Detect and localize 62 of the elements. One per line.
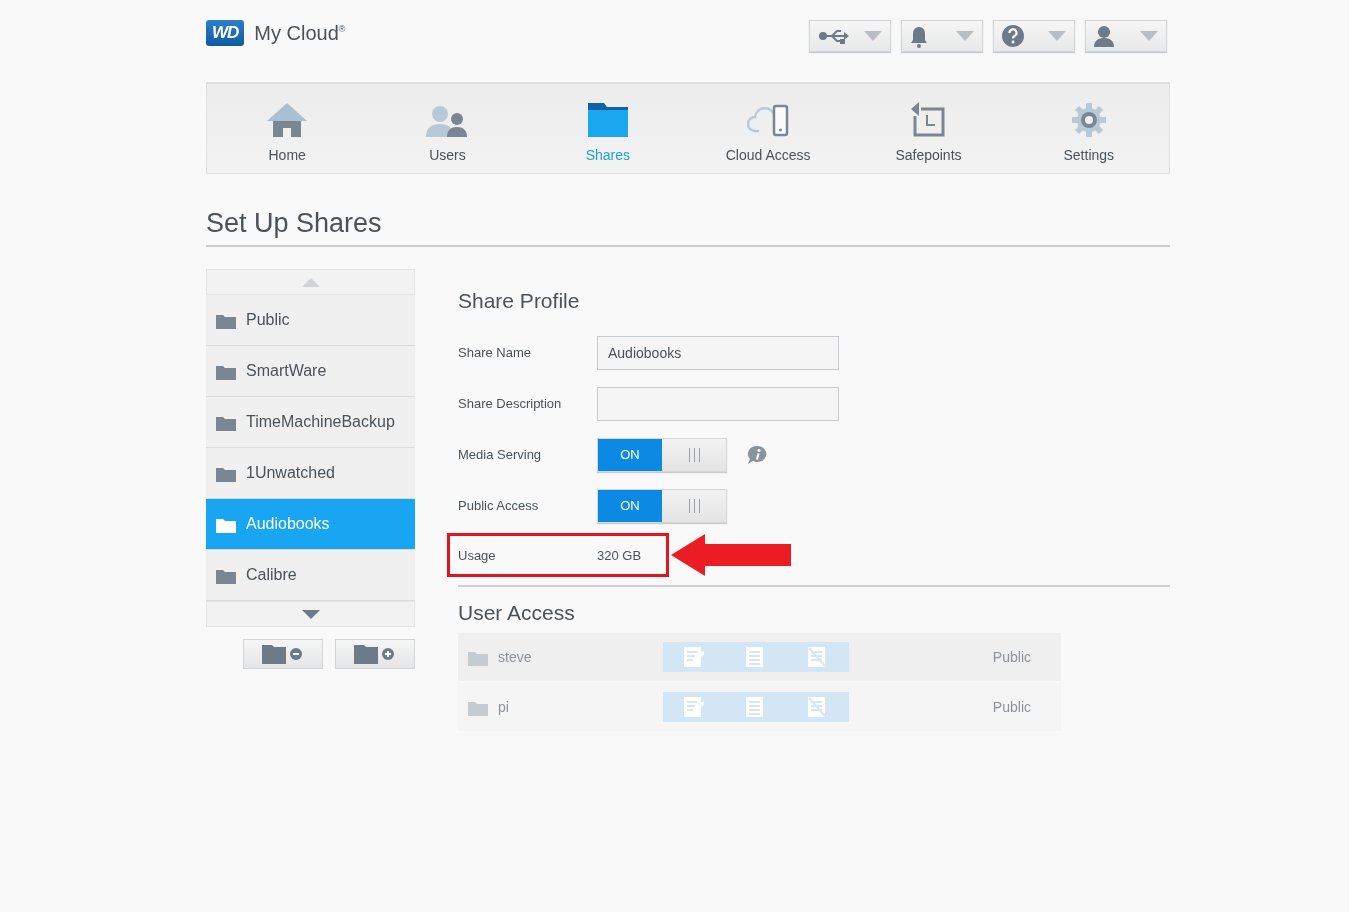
help-icon bbox=[1002, 25, 1024, 47]
nav-tab[interactable]: Safepoints bbox=[848, 84, 1009, 173]
share-item[interactable]: Public bbox=[206, 295, 415, 346]
user-icon bbox=[1094, 25, 1114, 47]
crossed-document-icon bbox=[808, 696, 828, 718]
field-label: Share Description bbox=[458, 396, 563, 411]
folder-icon bbox=[587, 103, 628, 137]
product-name: My Cloud$^{®}$ bbox=[254, 21, 346, 45]
caret-icon bbox=[1048, 31, 1066, 41]
folder-plus-icon bbox=[354, 644, 396, 664]
folder-minus-icon bbox=[262, 644, 304, 664]
toolbar-button[interactable] bbox=[993, 20, 1075, 52]
toggle-switch[interactable]: ON bbox=[597, 437, 727, 472]
cloud-phone-icon bbox=[747, 103, 790, 137]
pencil-document-icon bbox=[684, 646, 704, 668]
up-arrow-icon bbox=[301, 277, 320, 287]
section-title: User Access bbox=[458, 585, 1170, 625]
caret-icon bbox=[956, 31, 974, 41]
input-field[interactable] bbox=[597, 386, 839, 421]
field-label: Share Name bbox=[458, 345, 532, 360]
toggle-switch[interactable]: ON bbox=[597, 488, 727, 523]
page-title: Set Up Shares bbox=[206, 208, 1170, 247]
document-icon bbox=[746, 696, 766, 718]
scroll-down-button[interactable] bbox=[206, 601, 415, 627]
document-icon bbox=[746, 646, 766, 668]
share-item[interactable]: 1Unwatched bbox=[206, 448, 415, 499]
usage-value: 320 GB bbox=[597, 547, 642, 563]
input-field[interactable]: Audiobooks bbox=[597, 335, 839, 370]
scroll-up-button[interactable] bbox=[206, 269, 415, 295]
house-icon bbox=[267, 103, 308, 137]
toolbar-button[interactable] bbox=[901, 20, 983, 52]
field-label: Media Serving bbox=[458, 447, 543, 462]
share-item[interactable]: Calibre bbox=[206, 550, 415, 601]
down-arrow-icon bbox=[301, 609, 320, 619]
bell-icon bbox=[910, 24, 928, 48]
toolbar-button[interactable] bbox=[809, 20, 891, 52]
add-share-button[interactable] bbox=[335, 639, 415, 669]
gear-icon bbox=[1071, 103, 1106, 137]
remove-share-button[interactable] bbox=[243, 639, 323, 669]
access-label: Public bbox=[992, 699, 1031, 715]
people-icon bbox=[426, 105, 469, 137]
access-label: Public bbox=[992, 649, 1031, 665]
section-title: Share Profile bbox=[458, 289, 581, 313]
crossed-document-icon bbox=[808, 646, 828, 668]
arrow-icon bbox=[671, 534, 791, 576]
field-label: Public Access bbox=[458, 498, 540, 513]
user-name: steve bbox=[498, 649, 532, 665]
toolbar-button[interactable] bbox=[1085, 20, 1167, 52]
nav-tab[interactable]: Cloud Access bbox=[688, 84, 849, 173]
field-label: Usage bbox=[458, 547, 497, 563]
logo: WD bbox=[206, 20, 245, 46]
share-item[interactable]: TimeMachineBackup bbox=[206, 397, 415, 448]
share-item[interactable]: SmartWare bbox=[206, 346, 415, 397]
nav-tab[interactable]: Settings bbox=[1008, 84, 1169, 173]
nav-tab[interactable]: Home bbox=[207, 84, 368, 173]
caret-icon bbox=[1140, 31, 1158, 41]
pencil-document-icon bbox=[684, 696, 704, 718]
timer-icon bbox=[911, 102, 946, 137]
caret-icon bbox=[864, 31, 882, 41]
user-name: pi bbox=[498, 699, 509, 715]
nav-tab[interactable]: Users bbox=[367, 84, 528, 173]
usb-icon bbox=[818, 27, 850, 45]
